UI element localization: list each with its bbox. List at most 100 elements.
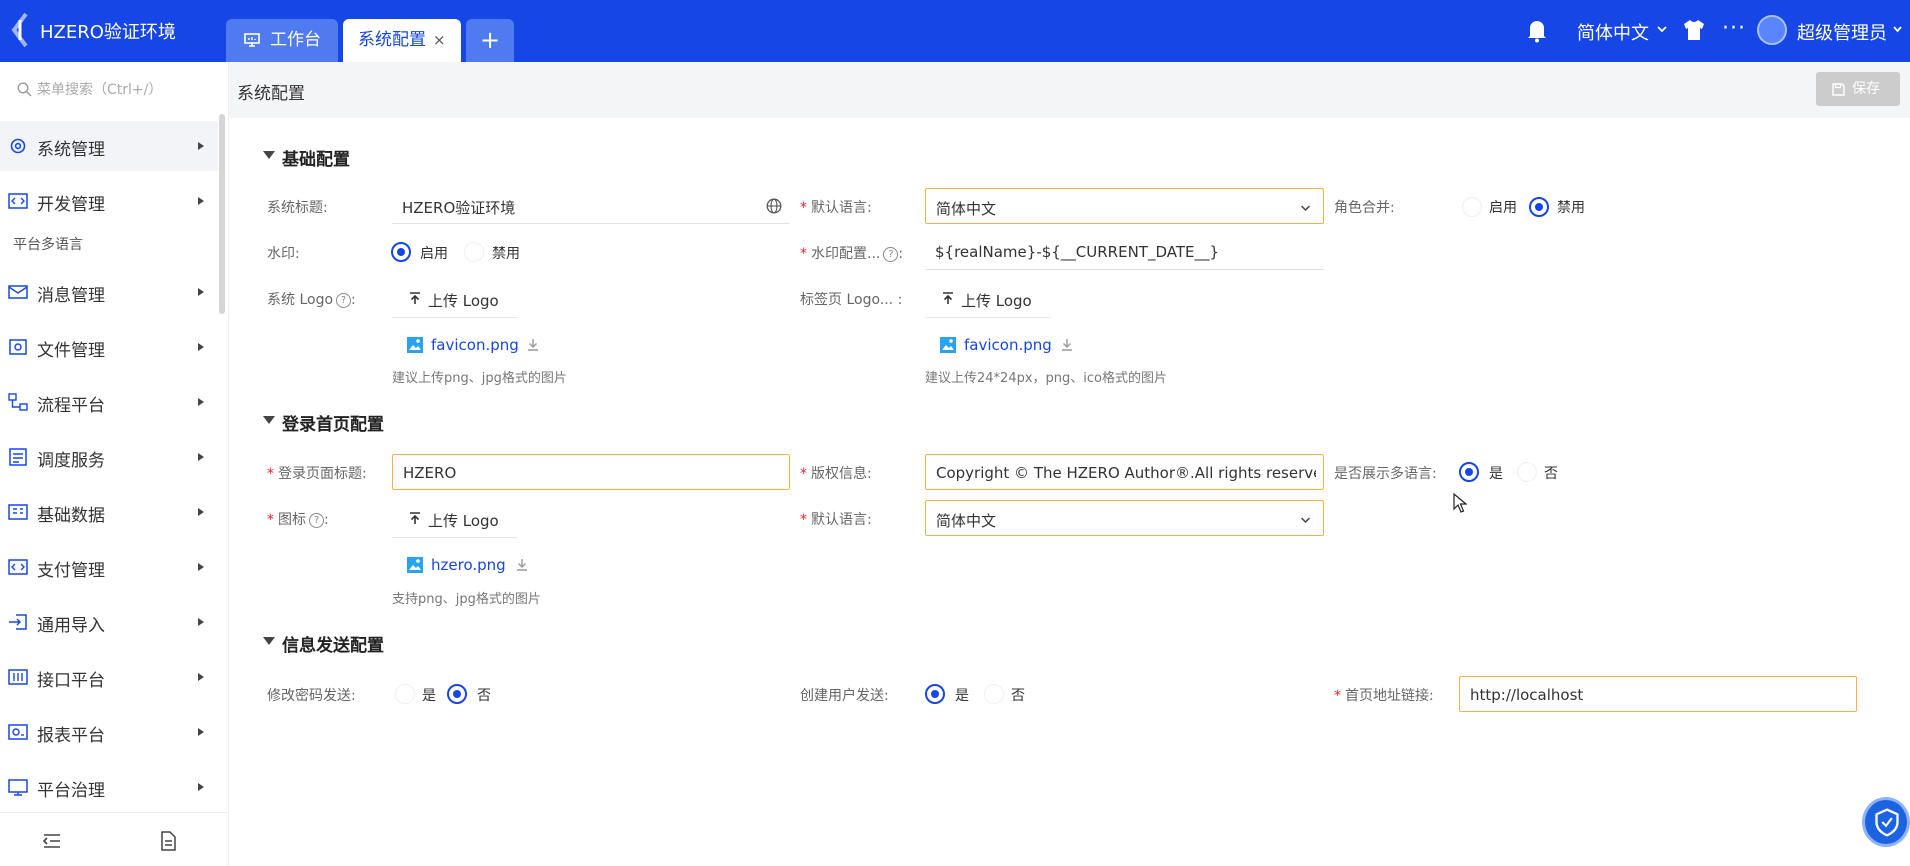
home-link-input[interactable]: http://localhost (1459, 676, 1857, 712)
default-lang-select[interactable]: 简体中文 (925, 188, 1324, 224)
show-lang-yes-radio[interactable] (1459, 462, 1479, 482)
show-lang-no-radio[interactable] (1517, 462, 1537, 482)
watermark-disable-radio[interactable] (464, 242, 484, 262)
caret-right-icon (198, 343, 204, 351)
watermark-config-input[interactable]: ${realName}-${__CURRENT_DATE__} (925, 234, 1324, 270)
sidebar-item-message[interactable]: 消息管理 (0, 267, 218, 317)
import-icon (9, 614, 27, 630)
sidebar-subitem-multilang[interactable]: 平台多语言 (13, 234, 83, 254)
chevron-down-icon[interactable] (1656, 24, 1668, 34)
help-icon[interactable]: ? (336, 293, 352, 308)
copyright-input[interactable]: Copyright © The HZERO Author®.All rights… (925, 454, 1324, 490)
bell-icon[interactable] (1525, 17, 1549, 43)
tab-logo-upload-button[interactable]: 上传 Logo (925, 280, 1051, 318)
add-tab-button[interactable]: + (466, 19, 514, 62)
user-name[interactable]: 超级管理员 (1797, 19, 1887, 45)
help-icon[interactable]: ? (883, 247, 899, 262)
sys-title-input[interactable]: HZERO验证环境 (392, 188, 790, 224)
role-merge-label: 角色合并: (1334, 200, 1395, 216)
default-lang-label-text: 默认语言: (811, 200, 872, 216)
tab-logo-label: 标签页 Logo... : (800, 292, 903, 308)
user-send-no-radio[interactable] (984, 684, 1004, 704)
copyright-label-text: 版权信息: (811, 466, 872, 482)
upload-icon (943, 292, 953, 304)
sidebar-item-report[interactable]: 报表平台 (0, 707, 218, 757)
language-switch[interactable]: 简体中文 (1577, 19, 1649, 45)
icon-file-link[interactable]: hzero.png (431, 556, 506, 574)
show-lang-yes-label[interactable]: 是 (1489, 463, 1503, 483)
show-lang-no-label[interactable]: 否 (1544, 463, 1558, 483)
download-icon[interactable] (1061, 338, 1073, 351)
user-send-yes-radio[interactable] (925, 684, 945, 704)
watermark-disable-label[interactable]: 禁用 (492, 243, 520, 263)
assistant-icon (1875, 808, 1899, 837)
chevron-down-icon[interactable] (1892, 25, 1903, 34)
file-icon (9, 339, 27, 355)
download-icon[interactable] (516, 558, 528, 571)
tab-logo-file-link[interactable]: favicon.png (964, 336, 1052, 354)
pwd-send-no-label[interactable]: 否 (477, 685, 491, 705)
tab-system-config[interactable]: 系统配置 × (343, 19, 461, 62)
user-send-label: 创建用户发送: (800, 688, 889, 704)
sidebar-item-basedata[interactable]: 基础数据 (0, 487, 218, 537)
sidebar-item-payment[interactable]: 支付管理 (0, 542, 218, 592)
sidebar-item-dev[interactable]: 开发管理 (0, 176, 218, 226)
user-send-yes-label[interactable]: 是 (955, 685, 969, 705)
user-send-no-label[interactable]: 否 (1011, 685, 1025, 705)
home-link-label: * 首页地址链接: (1334, 688, 1434, 704)
login-title-input[interactable]: HZERO (392, 454, 790, 490)
sys-logo-file-link[interactable]: favicon.png (431, 336, 519, 354)
collapse-menu-icon[interactable] (42, 833, 62, 849)
sidebar-item-workflow[interactable]: 流程平台 (0, 377, 218, 427)
search-icon (17, 82, 32, 97)
role-merge-disable-label[interactable]: 禁用 (1557, 197, 1585, 217)
sidebar-item-file[interactable]: 文件管理 (0, 322, 218, 372)
tab-close-icon[interactable]: × (433, 19, 446, 62)
download-icon[interactable] (527, 338, 539, 351)
sidebar-item-import[interactable]: 通用导入 (0, 597, 218, 647)
role-merge-enable-label[interactable]: 启用 (1489, 197, 1517, 217)
page-header: 系统配置 保存 (229, 62, 1910, 118)
watermark-label: 水印: (267, 246, 300, 262)
menu-search-input[interactable]: 菜单搜索（Ctrl+/） (10, 76, 220, 102)
caret-right-icon (198, 197, 204, 205)
sys-logo-upload-button[interactable]: 上传 Logo (392, 280, 518, 318)
tab-workbench[interactable]: 工作台 (226, 19, 338, 62)
caret-down-icon[interactable] (263, 637, 275, 645)
role-merge-disable-radio[interactable] (1529, 197, 1549, 217)
pwd-send-no-radio[interactable] (447, 684, 467, 704)
help-icon[interactable]: ? (309, 513, 324, 528)
avatar[interactable] (1757, 15, 1787, 45)
sidebar-item-label: 支付管理 (37, 561, 105, 581)
section-title-message[interactable]: 信息发送配置 (282, 631, 384, 656)
sidebar-item-label: 调度服务 (37, 451, 105, 471)
sidebar-item-governance[interactable]: 平台治理 (0, 762, 218, 812)
sidebar-item-interface[interactable]: 接口平台 (0, 652, 218, 702)
login-title-label-text: 登录页面标题: (278, 466, 367, 482)
role-merge-enable-radio[interactable] (1462, 197, 1482, 217)
globe-icon[interactable] (766, 198, 782, 214)
section-title-login[interactable]: 登录首页配置 (282, 410, 384, 435)
caret-right-icon (198, 673, 204, 681)
document-icon[interactable] (160, 831, 176, 851)
save-button[interactable]: 保存 (1816, 72, 1900, 106)
login-default-lang-label-text: 默认语言: (811, 512, 872, 528)
caret-down-icon[interactable] (263, 416, 275, 424)
sidebar-item-system[interactable]: 系统管理 (0, 121, 218, 171)
theme-shirt-icon[interactable] (1682, 19, 1706, 41)
caret-down-icon[interactable] (263, 151, 275, 159)
watermark-enable-label[interactable]: 启用 (420, 243, 448, 263)
watermark-enable-radio[interactable] (391, 242, 411, 262)
pwd-send-yes-label[interactable]: 是 (422, 685, 436, 705)
sidebar-scrollbar[interactable] (219, 114, 225, 314)
section-title-basic[interactable]: 基础配置 (282, 145, 350, 170)
pwd-send-yes-radio[interactable] (395, 684, 415, 704)
more-icon[interactable]: ··· (1722, 16, 1746, 41)
icon-upload-button[interactable]: 上传 Logo (392, 500, 518, 538)
upload-label: 上传 Logo (961, 292, 1032, 310)
sidebar-item-schedule[interactable]: 调度服务 (0, 432, 218, 482)
floating-assistant-button[interactable] (1862, 797, 1910, 847)
login-default-lang-select[interactable]: 简体中文 (925, 500, 1324, 536)
sidebar-footer (0, 812, 229, 866)
save-button-label: 保存 (1852, 81, 1880, 97)
